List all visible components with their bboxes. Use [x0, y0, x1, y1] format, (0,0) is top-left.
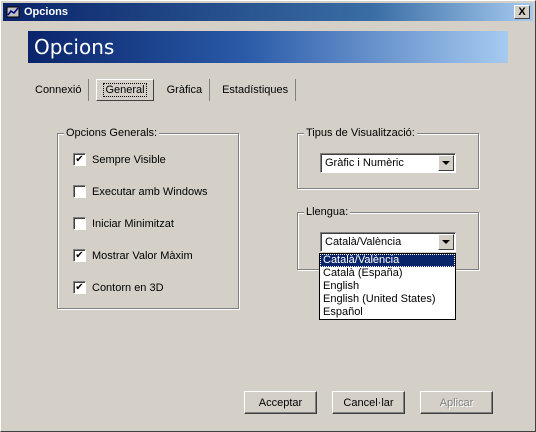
checkbox-executar-amb-windows[interactable]: Executar amb Windows [73, 185, 208, 198]
cancel-label: Cancel·lar [343, 396, 394, 409]
title-bar[interactable]: Opcions X [3, 3, 533, 21]
tab-label: General [103, 83, 147, 97]
checkbox-sempre-visible[interactable]: ✔ Sempre Visible [73, 153, 166, 166]
visualization-select[interactable]: Gràfic i Numèric [320, 153, 456, 173]
tab-strip: Connexió General Gràfica Estadístiques [28, 79, 301, 101]
tab-general[interactable]: General [96, 79, 154, 101]
language-option[interactable]: English [320, 280, 455, 293]
app-icon [6, 6, 20, 18]
dropdown-button[interactable] [438, 234, 454, 250]
accept-button[interactable]: Acceptar [244, 391, 317, 414]
chevron-down-icon [442, 240, 450, 244]
apply-button[interactable]: Aplicar [420, 391, 493, 414]
language-value: Català/València [325, 236, 402, 248]
apply-label: Aplicar [439, 396, 474, 409]
checkbox-label: Iniciar Minimitzat [92, 217, 174, 230]
language-option[interactable]: Español [320, 306, 455, 319]
accept-label: Acceptar [258, 396, 303, 409]
banner-title: Opcions [34, 35, 115, 59]
general-options-label: Opcions Generals: [64, 127, 160, 139]
checkbox-contorn-3d[interactable]: ✔ Contorn en 3D [73, 281, 164, 294]
checkbox-box[interactable]: ✔ [73, 153, 86, 166]
checkbox-label: Sempre Visible [92, 153, 166, 166]
checkbox-iniciar-minimitzat[interactable]: Iniciar Minimitzat [73, 217, 174, 230]
close-button[interactable]: X [514, 5, 530, 19]
close-icon: X [518, 5, 526, 18]
language-select[interactable]: Català/València [320, 232, 456, 252]
header-banner: Opcions [28, 31, 508, 63]
checkbox-box[interactable]: ✔ [73, 281, 86, 294]
options-window: Opcions X Opcions Connexió General Gràfi… [0, 0, 536, 432]
checkbox-box[interactable] [73, 185, 86, 198]
checkbox-label: Contorn en 3D [92, 281, 164, 294]
tab-connexio[interactable]: Connexió [28, 79, 90, 101]
language-label: Llengua: [304, 206, 351, 218]
chevron-down-icon [442, 161, 450, 165]
dropdown-button[interactable] [438, 155, 454, 171]
checkbox-box[interactable]: ✔ [73, 249, 86, 262]
visualization-value: Gràfic i Numèric [325, 157, 404, 169]
cancel-button[interactable]: Cancel·lar [332, 391, 405, 414]
check-icon: ✔ [75, 281, 84, 293]
tab-label: Estadístiques [222, 84, 289, 96]
checkbox-mostrar-valor-maxim[interactable]: ✔ Mostrar Valor Màxim [73, 249, 193, 262]
check-icon: ✔ [75, 249, 84, 261]
language-dropdown-list: Català/València Català (España) English … [319, 253, 456, 320]
visualization-label: Tipus de Visualització: [304, 127, 417, 139]
tab-label: Gràfica [166, 84, 203, 96]
checkbox-box[interactable] [73, 217, 86, 230]
language-option[interactable]: Català (España) [320, 267, 455, 280]
checkbox-label: Mostrar Valor Màxim [92, 249, 193, 262]
language-option[interactable]: Català/València [320, 254, 455, 267]
window-title: Opcions [24, 6, 69, 18]
visualization-group: Tipus de Visualització: Gràfic i Numèric [297, 127, 479, 189]
checkbox-label: Executar amb Windows [92, 185, 208, 198]
general-options-group: Opcions Generals: ✔ Sempre Visible Execu… [57, 127, 239, 309]
tab-grafica[interactable]: Gràfica [160, 79, 211, 101]
tab-estadistiques[interactable]: Estadístiques [215, 79, 297, 101]
language-option[interactable]: English (United States) [320, 293, 455, 306]
tab-label: Connexió [35, 84, 82, 96]
check-icon: ✔ [75, 153, 84, 165]
